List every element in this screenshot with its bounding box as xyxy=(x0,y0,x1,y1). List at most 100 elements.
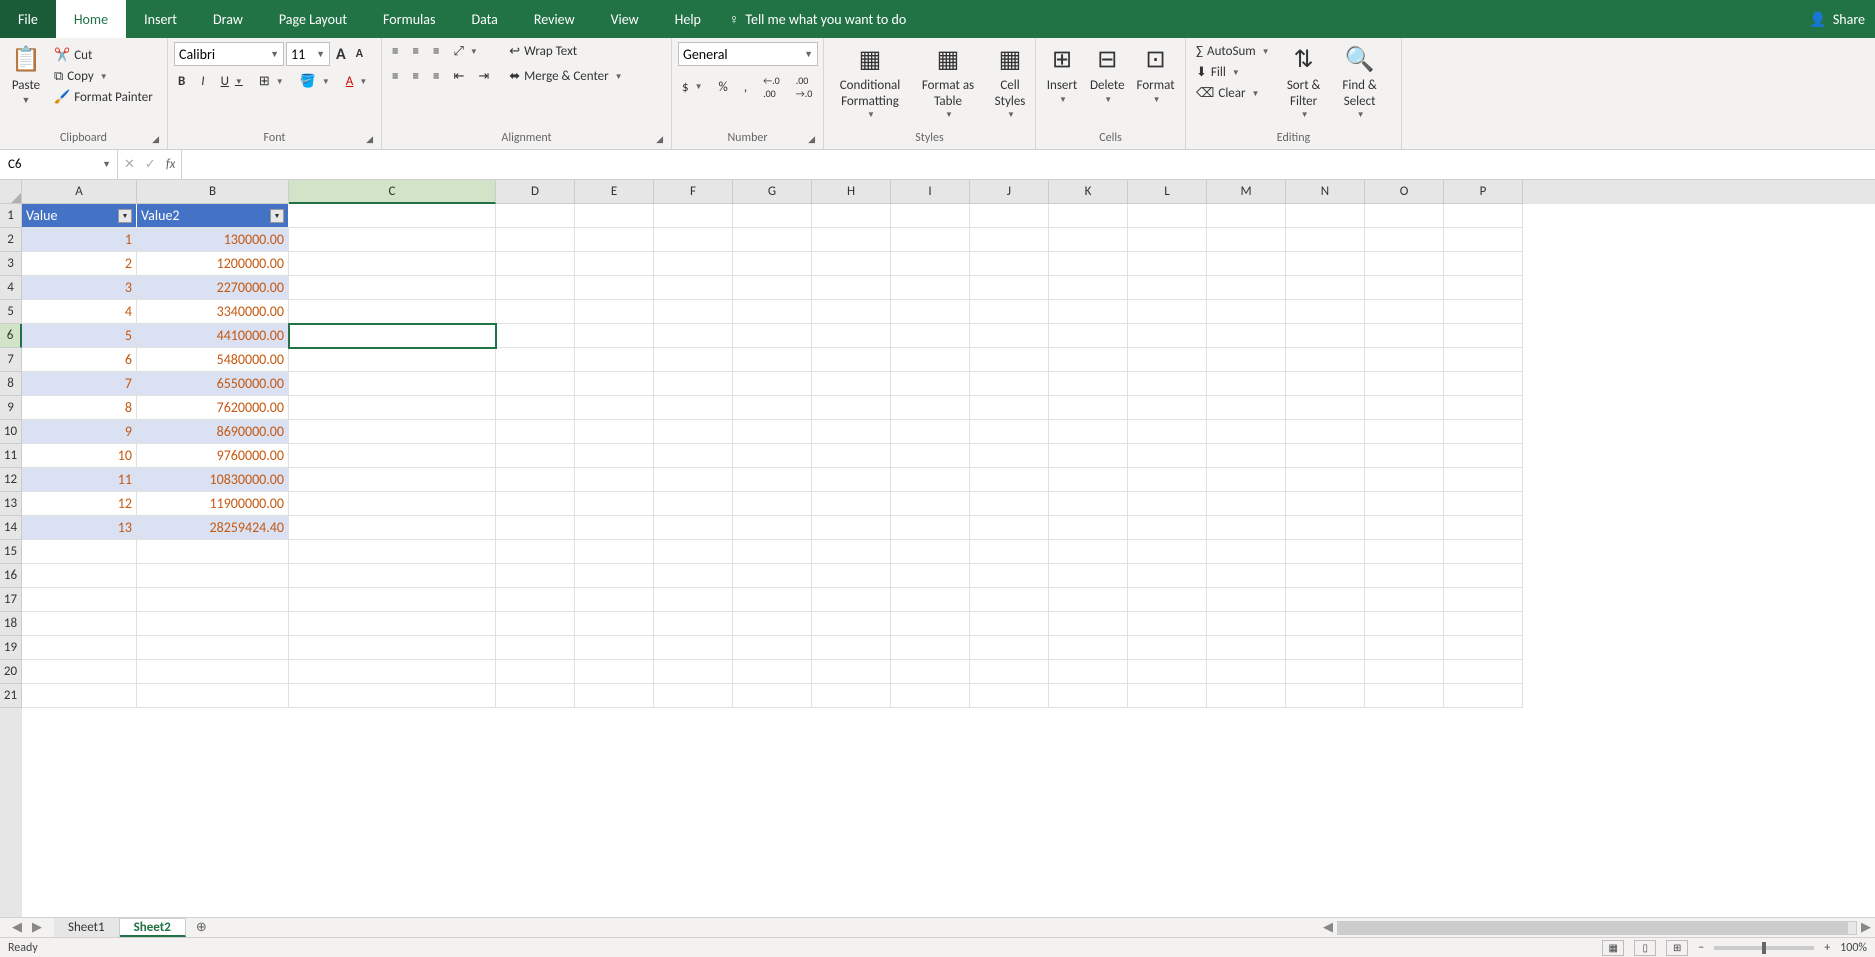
cell[interactable] xyxy=(891,492,970,516)
tab-page-layout[interactable]: Page Layout xyxy=(261,0,365,38)
cell[interactable] xyxy=(289,372,496,396)
cell[interactable] xyxy=(1049,276,1128,300)
cell[interactable] xyxy=(1049,252,1128,276)
row-header[interactable]: 4 xyxy=(0,276,22,300)
cell[interactable] xyxy=(733,444,812,468)
table-cell[interactable]: 3 xyxy=(22,276,137,300)
column-header[interactable]: K xyxy=(1049,180,1128,204)
add-sheet-button[interactable]: ⊕ xyxy=(186,918,217,937)
cell[interactable] xyxy=(733,252,812,276)
cell[interactable] xyxy=(137,588,289,612)
cell[interactable] xyxy=(654,564,733,588)
cell[interactable] xyxy=(1286,348,1365,372)
row-header[interactable]: 16 xyxy=(0,564,22,588)
cell[interactable] xyxy=(733,588,812,612)
cell[interactable] xyxy=(733,420,812,444)
cell[interactable] xyxy=(289,228,496,252)
tab-home[interactable]: Home xyxy=(56,0,126,38)
cell[interactable] xyxy=(812,276,891,300)
table-cell[interactable]: 12 xyxy=(22,492,137,516)
cancel-formula-icon[interactable]: ✕ xyxy=(124,157,135,172)
cell[interactable] xyxy=(733,660,812,684)
italic-button[interactable]: I xyxy=(197,72,208,91)
cell[interactable] xyxy=(1365,396,1444,420)
cell[interactable] xyxy=(137,540,289,564)
cell[interactable] xyxy=(654,684,733,708)
cell[interactable] xyxy=(1049,516,1128,540)
cell[interactable] xyxy=(496,540,575,564)
cell[interactable] xyxy=(812,564,891,588)
table-cell[interactable]: 1 xyxy=(22,228,137,252)
cell[interactable] xyxy=(970,492,1049,516)
cell[interactable] xyxy=(891,468,970,492)
cell[interactable] xyxy=(1286,420,1365,444)
cell[interactable] xyxy=(1128,684,1207,708)
cell[interactable] xyxy=(289,252,496,276)
cell[interactable] xyxy=(1286,564,1365,588)
table-header-cell[interactable]: Value2▼ xyxy=(137,204,289,228)
cell[interactable] xyxy=(1128,588,1207,612)
row-header[interactable]: 19 xyxy=(0,636,22,660)
cell[interactable] xyxy=(496,516,575,540)
sheet-nav-prev-icon[interactable]: ◀ xyxy=(12,920,22,935)
cell[interactable] xyxy=(137,684,289,708)
cell[interactable] xyxy=(1128,252,1207,276)
cell[interactable] xyxy=(1207,204,1286,228)
cell[interactable] xyxy=(1365,348,1444,372)
column-header[interactable]: D xyxy=(496,180,575,204)
cell[interactable] xyxy=(1049,348,1128,372)
row-header[interactable]: 5 xyxy=(0,300,22,324)
autosum-button[interactable]: ∑AutoSum▼ xyxy=(1192,42,1274,61)
cell[interactable] xyxy=(1207,348,1286,372)
cell[interactable] xyxy=(1207,612,1286,636)
cell[interactable] xyxy=(22,612,137,636)
increase-indent-button[interactable]: ⇥ xyxy=(474,67,493,86)
tab-draw[interactable]: Draw xyxy=(195,0,261,38)
name-box[interactable]: C6▼ xyxy=(0,150,118,179)
cell[interactable] xyxy=(1128,660,1207,684)
clear-button[interactable]: ⌫Clear▼ xyxy=(1192,84,1274,103)
cell[interactable] xyxy=(575,660,654,684)
filter-dropdown-icon[interactable]: ▼ xyxy=(270,209,284,223)
table-cell[interactable]: 5480000.00 xyxy=(137,348,289,372)
cell[interactable] xyxy=(654,324,733,348)
cell[interactable] xyxy=(1365,420,1444,444)
cell[interactable] xyxy=(970,468,1049,492)
cell[interactable] xyxy=(496,324,575,348)
cell[interactable] xyxy=(1444,684,1523,708)
cell[interactable] xyxy=(1365,468,1444,492)
cell[interactable] xyxy=(970,444,1049,468)
table-cell[interactable]: 1200000.00 xyxy=(137,252,289,276)
cell[interactable] xyxy=(654,660,733,684)
cell[interactable] xyxy=(1365,276,1444,300)
cell[interactable] xyxy=(289,324,496,348)
cell[interactable] xyxy=(733,612,812,636)
cell[interactable] xyxy=(289,420,496,444)
cell[interactable] xyxy=(1128,540,1207,564)
increase-decimal-button[interactable]: ←.0.00 xyxy=(759,72,784,102)
cell[interactable] xyxy=(1286,492,1365,516)
copy-button[interactable]: ⧉Copy▼ xyxy=(50,67,157,86)
cell[interactable] xyxy=(575,564,654,588)
tab-view[interactable]: View xyxy=(593,0,657,38)
cell[interactable] xyxy=(289,468,496,492)
cell[interactable] xyxy=(496,420,575,444)
formula-input[interactable] xyxy=(182,150,1875,179)
align-center-button[interactable]: ≡ xyxy=(408,67,422,86)
cell[interactable] xyxy=(1207,324,1286,348)
cell[interactable] xyxy=(891,252,970,276)
cell[interactable] xyxy=(1128,468,1207,492)
format-painter-button[interactable]: 🖌️Format Painter xyxy=(50,88,157,107)
cell[interactable] xyxy=(891,300,970,324)
cell[interactable] xyxy=(289,540,496,564)
cell[interactable] xyxy=(1444,612,1523,636)
table-cell[interactable]: 5 xyxy=(22,324,137,348)
cell[interactable] xyxy=(891,684,970,708)
row-header[interactable]: 12 xyxy=(0,468,22,492)
cell[interactable] xyxy=(496,300,575,324)
cell[interactable] xyxy=(1444,372,1523,396)
cell[interactable] xyxy=(970,324,1049,348)
table-cell[interactable]: 6 xyxy=(22,348,137,372)
cell[interactable] xyxy=(575,540,654,564)
cell[interactable] xyxy=(289,516,496,540)
